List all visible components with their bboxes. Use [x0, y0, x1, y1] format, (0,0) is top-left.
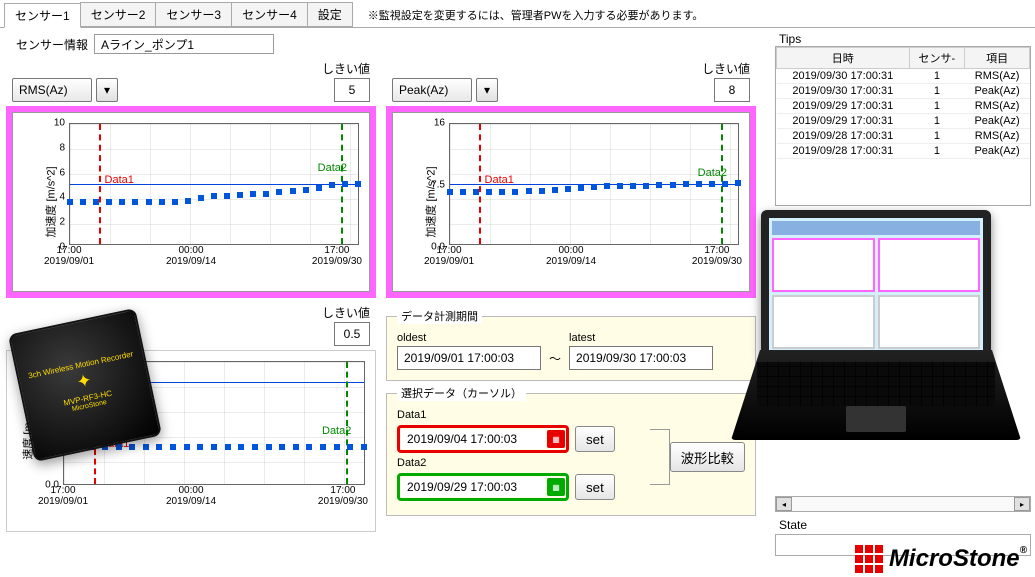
data2-input-wrap: ▦: [397, 473, 569, 501]
log-th-date[interactable]: 日時: [777, 48, 910, 69]
metric-select-2-arrow[interactable]: ▾: [476, 78, 498, 102]
tab-bar: センサー1 センサー2 センサー3 センサー4 設定 ※監視設定を変更するには、…: [0, 0, 1035, 28]
data1-input[interactable]: [401, 429, 545, 449]
tab-sensor4[interactable]: センサー4: [231, 2, 308, 27]
data1-set-button[interactable]: set: [575, 426, 615, 452]
admin-pw-note: ※監視設定を変更するには、管理者PWを入力する必要があります。: [368, 7, 704, 23]
threshold-label-1: しきい値: [322, 60, 370, 77]
latest-label: latest: [569, 332, 713, 344]
data1-input-wrap: ▦: [397, 425, 569, 453]
metric-select-1[interactable]: RMS(Az): [12, 78, 92, 102]
sensor-info-value: Aライン_ポンプ1: [94, 34, 274, 54]
log-th-item[interactable]: 項目: [965, 48, 1030, 69]
waveform-compare-button[interactable]: 波形比較: [670, 442, 745, 472]
chart-2[interactable]: 加速度 [m/s^2] 0.0 7.5 16 Data1 Data2 17:: [392, 112, 750, 292]
metric-select-2[interactable]: Peak(Az): [392, 78, 472, 102]
chart-2-ylabel: 加速度 [m/s^2]: [423, 166, 439, 237]
chart-2-wrap: 加速度 [m/s^2] 0.0 7.5 16 Data1 Data2 17:: [386, 106, 756, 298]
cursor-select-group: 選択データ（カーソル） Data1 ▦ set Data2: [386, 385, 756, 516]
oldest-value: 2019/09/01 17:00:03: [397, 346, 541, 370]
table-row[interactable]: 2019/09/29 17:00:311RMS(Az): [777, 99, 1030, 114]
tips-log-table[interactable]: 日時 センサ- 項目 2019/09/30 17:00:311RMS(Az)20…: [775, 46, 1031, 206]
data2-set-button[interactable]: set: [575, 474, 615, 500]
threshold-label-3: しきい値: [322, 304, 370, 321]
period-tilde: ～: [549, 350, 561, 367]
series-1: [70, 124, 358, 244]
sensor-info-label: センサー情報: [16, 36, 88, 53]
tab-sensor2[interactable]: センサー2: [80, 2, 157, 27]
calendar-icon[interactable]: ▦: [547, 430, 565, 448]
period-group: データ計測期間 oldest 2019/09/01 17:00:03 ～ lat…: [386, 308, 756, 381]
scroll-left-icon[interactable]: ◂: [776, 497, 792, 511]
data1-label: Data1: [397, 409, 646, 421]
logo-mark-icon: [855, 545, 883, 573]
scroll-right-icon[interactable]: ▸: [1014, 497, 1030, 511]
tab-sensor1[interactable]: センサー1: [4, 3, 81, 28]
table-row[interactable]: 2019/09/28 17:00:311RMS(Az): [777, 129, 1030, 144]
state-label: State: [779, 518, 1031, 532]
latest-value: 2019/09/30 17:00:03: [569, 346, 713, 370]
threshold-value-2[interactable]: 8: [714, 78, 750, 102]
scroll-track[interactable]: [792, 497, 1014, 511]
cursor-select-legend: 選択データ（カーソル）: [397, 385, 526, 401]
tips-hscroll[interactable]: ◂ ▸: [775, 496, 1031, 512]
chevron-down-icon: ▾: [104, 83, 110, 97]
threshold-label-2: しきい値: [702, 60, 750, 77]
table-row[interactable]: 2019/09/28 17:00:311Peak(Az): [777, 144, 1030, 159]
chart-1-wrap: 加速度 [m/s^2] 0 2 4 6 8 10 Data1 Data2: [6, 106, 376, 298]
table-row[interactable]: 2019/09/29 17:00:311Peak(Az): [777, 114, 1030, 129]
calendar-icon[interactable]: ▦: [547, 478, 565, 496]
table-row[interactable]: 2019/09/30 17:00:311Peak(Az): [777, 84, 1030, 99]
oldest-label: oldest: [397, 332, 541, 344]
series-2: [450, 124, 738, 244]
threshold-value-1[interactable]: 5: [334, 78, 370, 102]
data2-input[interactable]: [401, 477, 545, 497]
period-legend: データ計測期間: [397, 308, 482, 324]
chart-1[interactable]: 加速度 [m/s^2] 0 2 4 6 8 10 Data1 Data2: [12, 112, 370, 292]
table-row[interactable]: 2019/09/30 17:00:311RMS(Az): [777, 69, 1030, 84]
chevron-down-icon: ▾: [484, 83, 490, 97]
metric-select-1-arrow[interactable]: ▾: [96, 78, 118, 102]
brand-logo: MicroStone®: [855, 545, 1027, 573]
tab-sensor3[interactable]: センサー3: [155, 2, 232, 27]
bracket-icon: [650, 429, 670, 485]
threshold-value-3[interactable]: 0.5: [334, 322, 370, 346]
tips-label: Tips: [779, 32, 1031, 46]
device-photo: 3ch Wireless Motion Recorder ✦ MVP-RF3-H…: [8, 308, 162, 462]
tab-settings[interactable]: 設定: [307, 2, 353, 27]
data2-label: Data2: [397, 457, 646, 469]
log-th-sensor[interactable]: センサ-: [909, 48, 965, 69]
